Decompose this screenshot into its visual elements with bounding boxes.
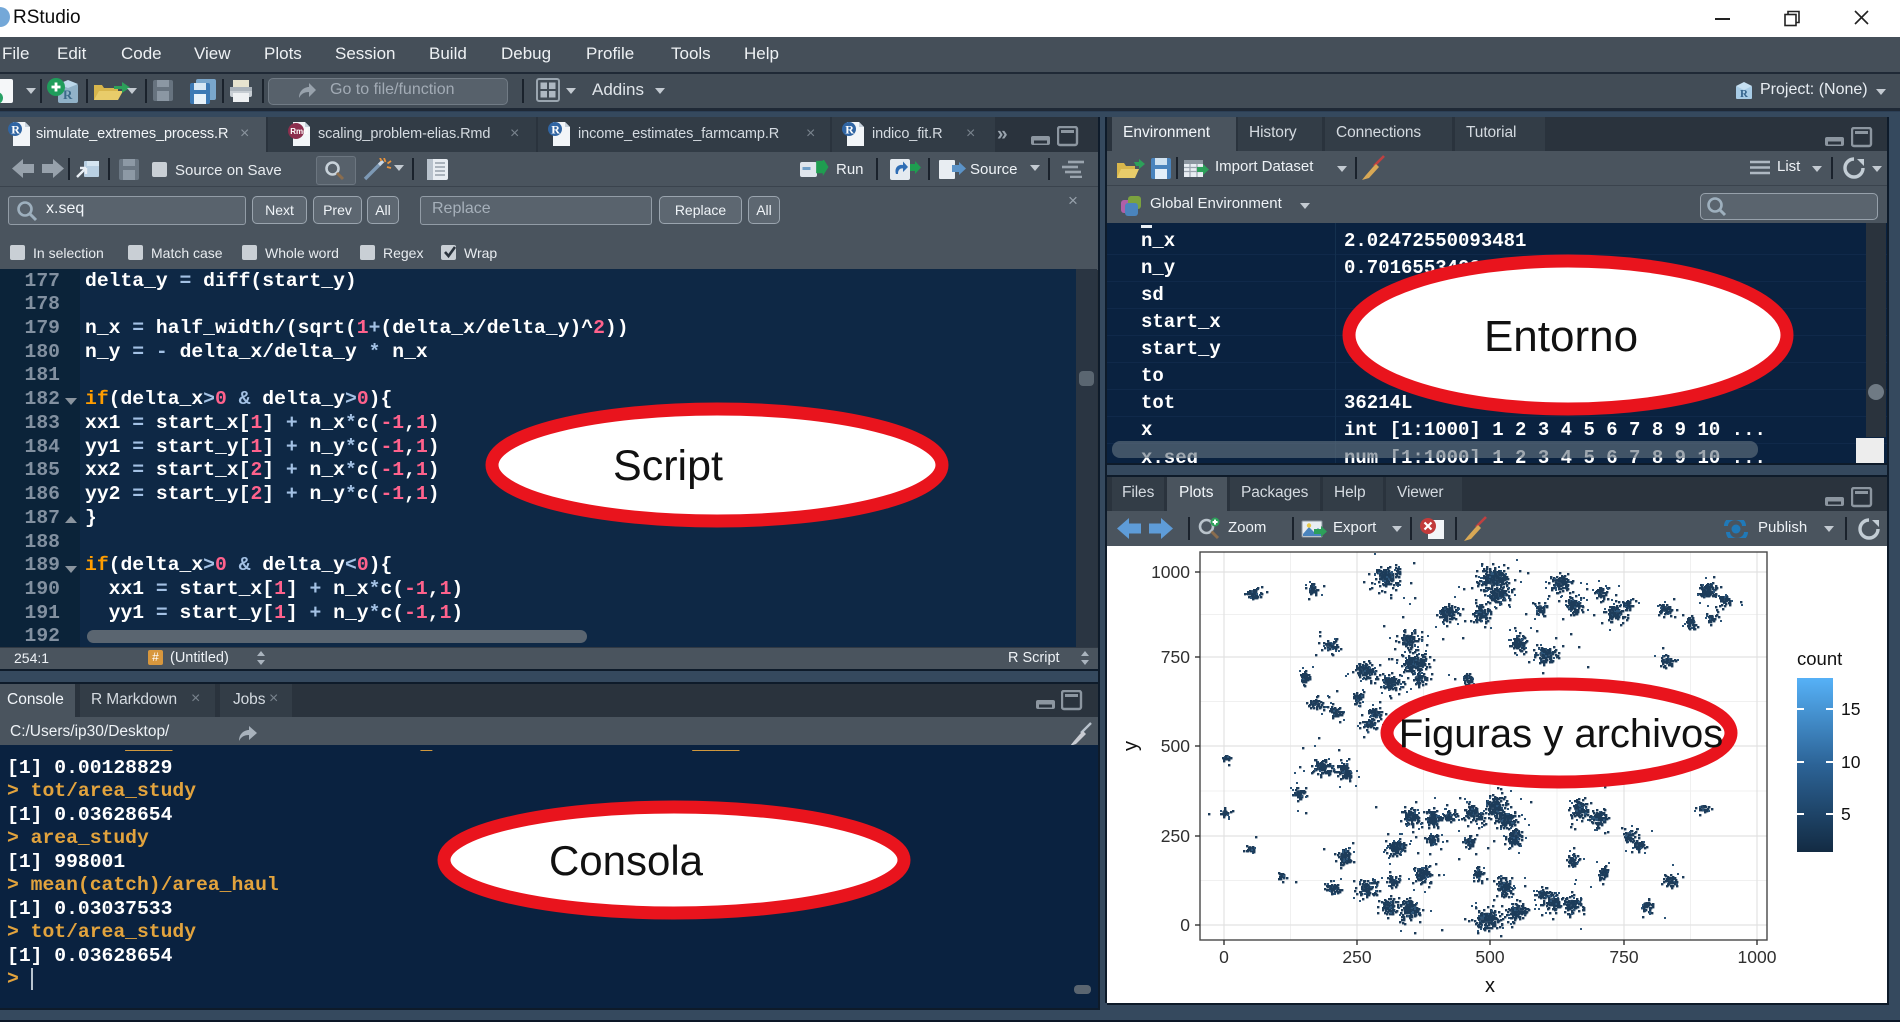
svg-text:R: R (551, 123, 560, 137)
svg-text:Rmd: Rmd (290, 127, 308, 136)
svg-text:R: R (1740, 88, 1749, 100)
svg-text:R: R (11, 123, 20, 137)
svg-text:R: R (845, 123, 854, 137)
